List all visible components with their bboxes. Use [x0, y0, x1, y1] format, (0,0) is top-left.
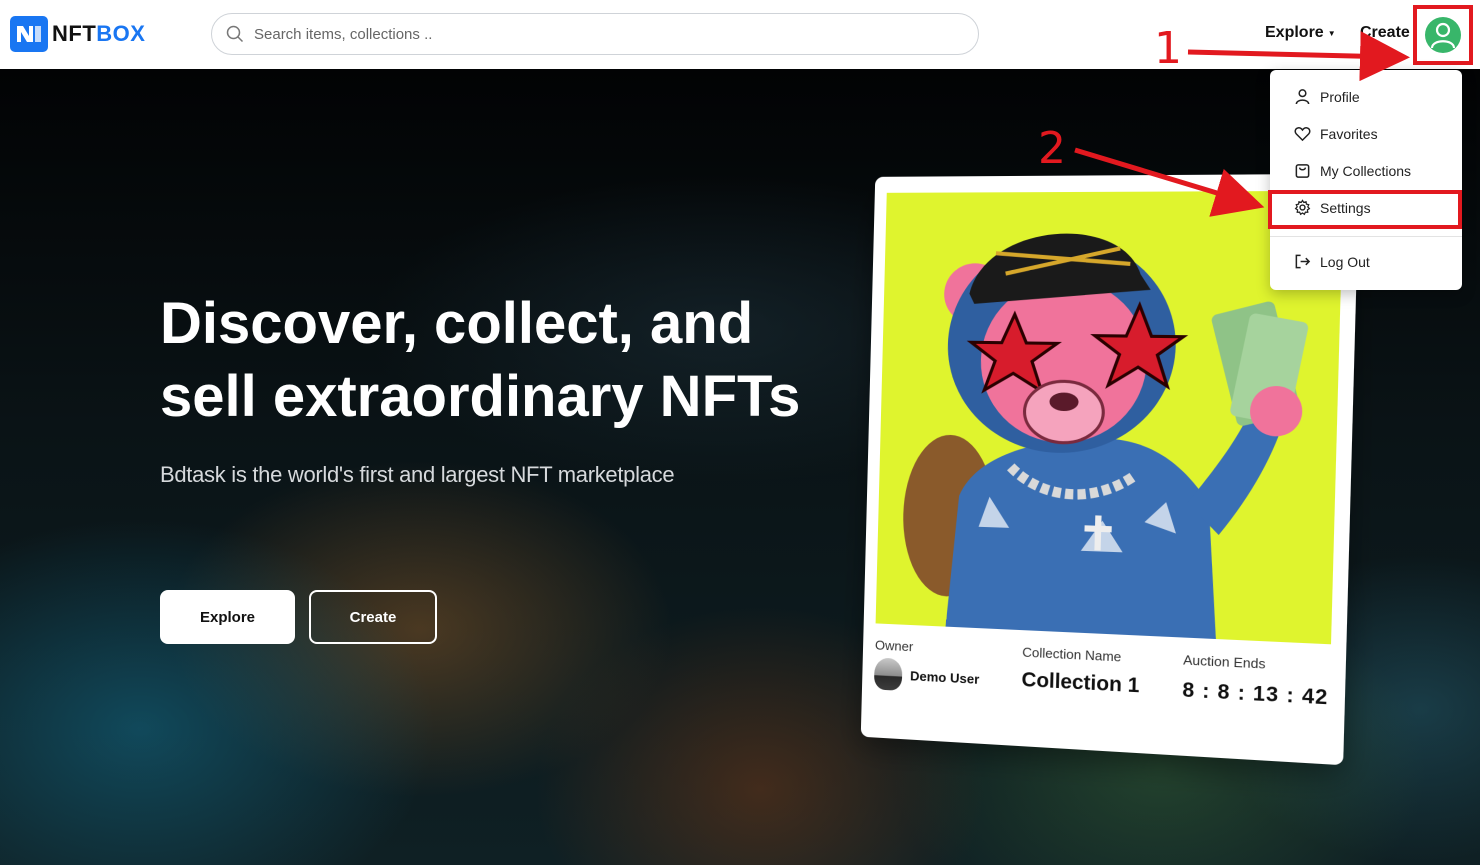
- auction-countdown: 8 : 8 : 13 : 42: [1182, 678, 1329, 710]
- menu-item-label: My Collections: [1320, 162, 1412, 179]
- menu-item-label: Log Out: [1320, 253, 1370, 270]
- menu-item-label: Settings: [1320, 199, 1371, 216]
- owner-avatar: [873, 657, 903, 691]
- hero-subtitle: Bdtask is the world's first and largest …: [160, 462, 675, 487]
- collection-label: Collection Name: [1022, 644, 1122, 665]
- user-avatar-icon: [1425, 17, 1461, 53]
- menu-item-label: Profile: [1320, 88, 1360, 105]
- hero-section: Discover, collect, and sell extraordinar…: [0, 69, 1480, 865]
- menu-item-label: Favorites: [1320, 125, 1378, 142]
- owner-info[interactable]: Demo User: [873, 657, 980, 695]
- caret-down-icon: ▼: [1327, 28, 1336, 38]
- gear-icon: [1294, 199, 1311, 216]
- menu-item-profile[interactable]: Profile: [1294, 88, 1360, 105]
- create-button[interactable]: Create: [309, 590, 437, 644]
- auction-label: Auction Ends: [1183, 652, 1266, 672]
- person-icon: [1295, 89, 1310, 105]
- nav-explore-label: Explore: [1265, 24, 1324, 41]
- explore-button[interactable]: Explore: [160, 590, 295, 644]
- menu-item-my-collections[interactable]: My Collections: [1294, 162, 1411, 179]
- search-input[interactable]: [254, 25, 934, 43]
- top-navbar: NFTBOX Explore ▼ Create: [0, 0, 1480, 69]
- user-dropdown-menu: Profile Favorites My Collections Setting…: [1268, 70, 1462, 290]
- collection-name[interactable]: Collection 1: [1021, 669, 1139, 699]
- heart-icon: [1294, 127, 1311, 142]
- logo-icon: [10, 16, 48, 52]
- nav-explore[interactable]: Explore ▼: [1265, 24, 1336, 42]
- logo[interactable]: NFTBOX: [10, 16, 145, 52]
- logo-text-nft: NFT: [52, 21, 97, 46]
- menu-item-logout[interactable]: Log Out: [1294, 253, 1370, 270]
- menu-item-settings[interactable]: Settings: [1294, 199, 1371, 216]
- hero-title: Discover, collect, and sell extraordinar…: [160, 291, 801, 429]
- owner-label: Owner: [874, 637, 914, 655]
- owner-name: Demo User: [909, 667, 980, 687]
- logout-icon: [1295, 254, 1311, 269]
- menu-divider: [1270, 236, 1462, 237]
- annotation-step-1: 1: [1154, 23, 1182, 74]
- bag-icon: [1295, 164, 1310, 178]
- user-avatar-button[interactable]: [1413, 5, 1473, 65]
- nav-create[interactable]: Create: [1360, 24, 1410, 42]
- search-bar[interactable]: [211, 13, 979, 55]
- logo-text-box: BOX: [96, 21, 146, 46]
- logo-text: NFTBOX: [52, 21, 145, 47]
- annotation-step-2: 2: [1038, 123, 1066, 174]
- search-icon: [226, 25, 244, 43]
- menu-item-favorites[interactable]: Favorites: [1294, 125, 1378, 142]
